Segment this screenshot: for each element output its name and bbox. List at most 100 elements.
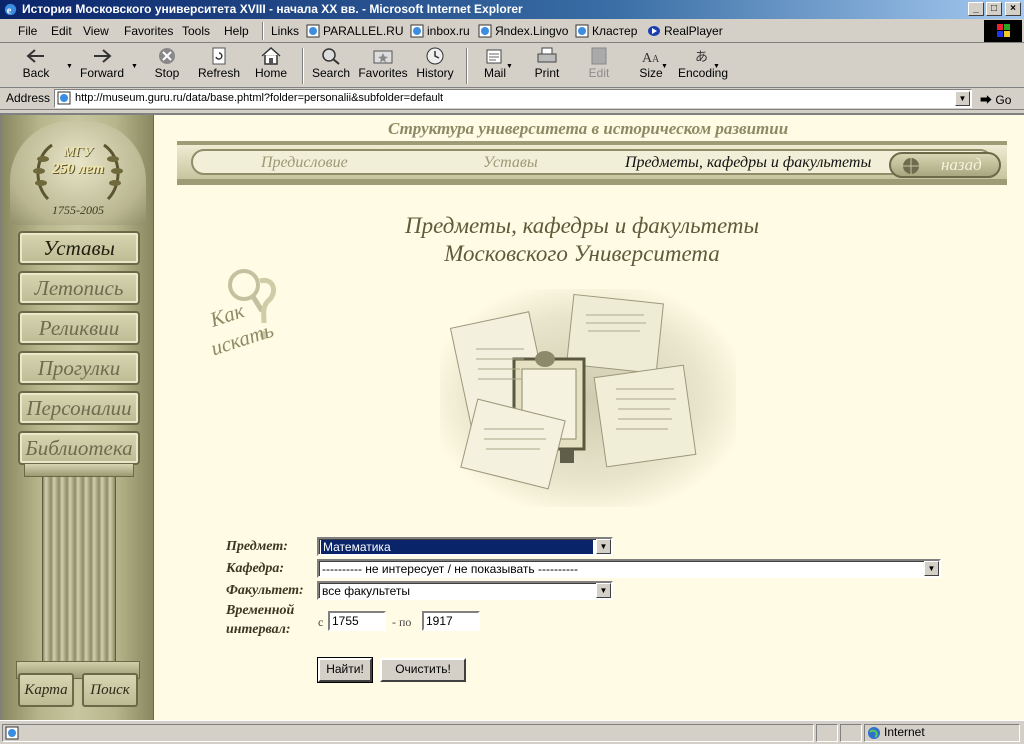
link-lingvo[interactable]: Яndex.Lingvo: [478, 24, 568, 38]
chair-select-value: ---------- не интересует / не показывать…: [322, 562, 578, 576]
search-sidebar-button[interactable]: Поиск: [82, 673, 138, 707]
go-arrow-icon: ⮕: [980, 93, 993, 107]
tab-statutes[interactable]: Уставы: [483, 154, 538, 172]
faculty-select[interactable]: все факультеты ▼: [317, 581, 613, 600]
map-button[interactable]: Карта: [18, 673, 74, 707]
sidebar-item-chronicle[interactable]: Летопись: [18, 271, 140, 305]
forward-button[interactable]: Forward: [76, 44, 128, 86]
close-button[interactable]: ×: [1005, 2, 1021, 16]
svg-text:あ: あ: [695, 49, 708, 64]
page-icon: [57, 91, 71, 105]
mail-icon: [486, 49, 502, 64]
edit-button[interactable]: Edit: [573, 44, 625, 86]
refresh-label: Refresh: [197, 66, 241, 80]
how-to-search-link[interactable]: Как искать: [206, 267, 286, 371]
left-sidebar: МГУ 250 лет 1755-2005 Уставы Летопись Ре…: [2, 115, 154, 720]
address-dropdown-icon[interactable]: ▼: [955, 91, 970, 106]
subject-select[interactable]: Математика ▼: [317, 537, 613, 556]
toolbar-separator: [466, 48, 468, 84]
mail-button[interactable]: Mail: [469, 44, 521, 86]
menu-help[interactable]: Help: [224, 24, 249, 38]
mail-dropdown-icon[interactable]: ▼: [506, 63, 513, 70]
menu-view[interactable]: View: [83, 24, 109, 38]
link-label: Яndex.Lingvo: [495, 24, 569, 38]
link-parallel[interactable]: PARALLEL.RU: [306, 24, 403, 38]
sidebar-item-library[interactable]: Библиотека: [18, 431, 140, 465]
favorites-button[interactable]: Favorites: [357, 44, 409, 86]
back-nav-button[interactable]: назад: [889, 152, 1001, 178]
history-button[interactable]: History: [409, 44, 461, 86]
link-label: PARALLEL.RU: [323, 24, 404, 38]
tab-subjects-chairs-faculties[interactable]: Предметы, кафедры и факультеты: [625, 154, 871, 172]
size-label: Size: [639, 66, 663, 80]
internet-globe-icon: [868, 727, 880, 739]
to-year-input[interactable]: [422, 611, 480, 631]
find-button[interactable]: Найти!: [317, 657, 373, 683]
sidebar-item-persons[interactable]: Персоналии: [18, 391, 140, 425]
home-button[interactable]: Home: [245, 44, 297, 86]
status-bar: Internet: [0, 720, 1024, 744]
stop-button[interactable]: Stop: [141, 44, 193, 86]
svg-text:e: e: [7, 5, 12, 16]
link-realplayer[interactable]: RealPlayer: [647, 24, 723, 38]
link-label: Кластер: [592, 24, 638, 38]
decorative-column: [42, 477, 116, 661]
search-label: Search: [311, 66, 351, 80]
security-zone-label: Internet: [884, 725, 925, 739]
page-icon: [306, 24, 320, 38]
refresh-button[interactable]: Refresh: [193, 44, 245, 86]
sidebar-item-relics[interactable]: Реликвии: [18, 311, 140, 345]
back-nav-label: назад: [941, 155, 982, 174]
link-cluster[interactable]: Кластер: [575, 24, 637, 38]
page-icon: [5, 726, 19, 740]
chevron-down-icon[interactable]: ▼: [924, 561, 939, 576]
menu-favorites[interactable]: Favorites: [124, 24, 173, 38]
page-icon: [410, 24, 424, 38]
encoding-button[interactable]: あ Encoding: [677, 44, 729, 86]
go-button[interactable]: ⮕ Go: [980, 91, 1011, 108]
maximize-button[interactable]: □: [986, 2, 1002, 16]
page-title-line-1: Предметы, кафедры и факультеты: [404, 213, 760, 238]
history-icon: [426, 47, 444, 65]
forward-label: Forward: [79, 66, 124, 80]
forward-dropdown-icon[interactable]: ▼: [131, 63, 138, 70]
search-button[interactable]: Search: [305, 44, 357, 86]
sidebar-item-statutes[interactable]: Уставы: [18, 231, 140, 265]
chevron-down-icon[interactable]: ▼: [596, 583, 611, 598]
minimize-button[interactable]: _: [968, 2, 984, 16]
font-size-icon: AA: [642, 51, 660, 65]
link-inbox[interactable]: inbox.ru: [410, 24, 470, 38]
page-icon: [478, 24, 492, 38]
encoding-icon: あ: [695, 49, 708, 64]
back-dropdown-icon[interactable]: ▼: [66, 63, 73, 70]
chair-label: Кафедра:: [226, 561, 284, 576]
menu-separator: [262, 22, 264, 40]
go-label: Go: [995, 93, 1012, 107]
to-prefix: - по: [392, 615, 412, 629]
top-navigation: Предисловие Уставы Предметы, кафедры и ф…: [177, 141, 1007, 185]
back-button[interactable]: Back: [10, 44, 62, 86]
medal-label-mid: 250 лет: [51, 161, 105, 177]
size-dropdown-icon[interactable]: ▼: [661, 63, 668, 70]
address-label: Address: [6, 91, 51, 105]
size-button[interactable]: AA Size: [625, 44, 677, 86]
menu-file[interactable]: File: [18, 24, 37, 38]
stop-label: Stop: [154, 66, 180, 80]
tab-preface[interactable]: Предисловие: [261, 154, 348, 172]
from-year-input[interactable]: [328, 611, 386, 631]
menu-tools[interactable]: Tools: [182, 24, 210, 38]
medal-years: 1755-2005: [52, 203, 104, 217]
interval-label-line-1: Временной: [226, 603, 295, 618]
address-input[interactable]: http://museum.guru.ru/data/base.phtml?fo…: [54, 89, 972, 108]
clear-button[interactable]: Очистить!: [380, 658, 466, 682]
chevron-down-icon[interactable]: ▼: [596, 539, 611, 554]
favorites-label: Favorites: [358, 66, 408, 80]
menu-edit[interactable]: Edit: [51, 24, 72, 38]
print-button[interactable]: Print: [521, 44, 573, 86]
address-bar: Address http://museum.guru.ru/data/base.…: [0, 88, 1024, 110]
page-content: МГУ 250 лет 1755-2005 Уставы Летопись Ре…: [0, 113, 1024, 720]
encoding-dropdown-icon[interactable]: ▼: [713, 63, 720, 70]
chair-select[interactable]: ---------- не интересует / не показывать…: [317, 559, 941, 578]
search-icon: [322, 48, 340, 65]
sidebar-item-walks[interactable]: Прогулки: [18, 351, 140, 385]
